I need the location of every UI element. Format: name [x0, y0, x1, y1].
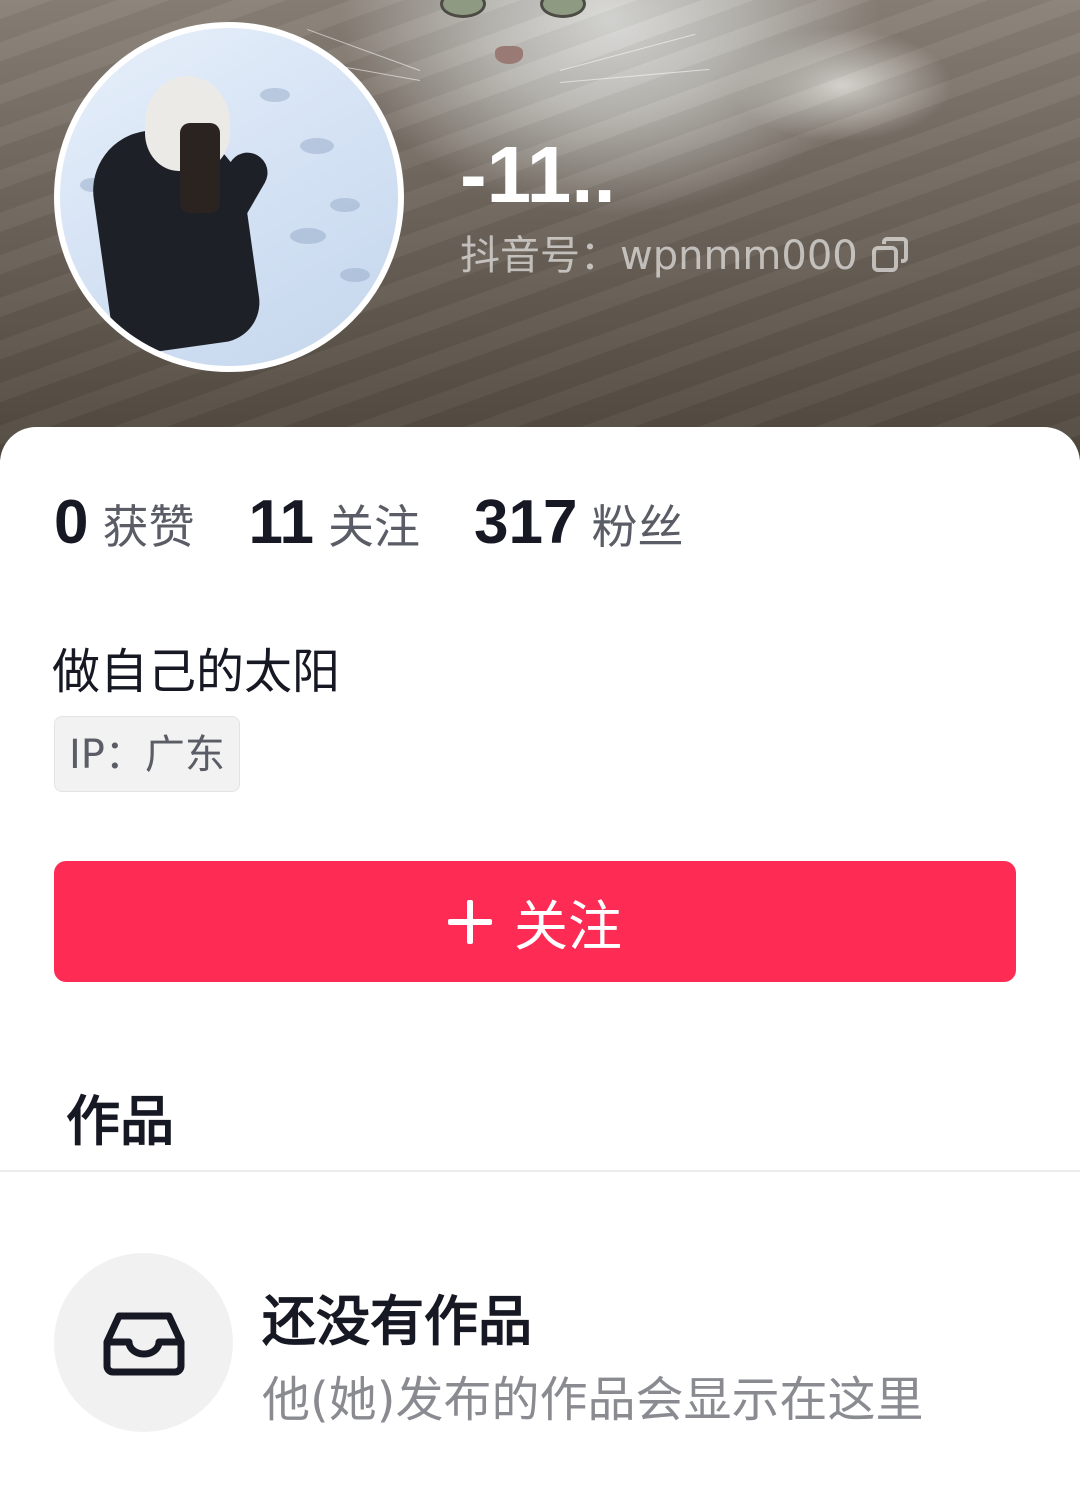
stat-likes-label: 获赞	[102, 500, 195, 554]
stat-following-value: 11	[248, 488, 315, 557]
cat-nose	[495, 46, 523, 64]
person-hair	[180, 123, 220, 213]
douyin-id[interactable]: 抖音号：wpnmm000	[460, 230, 910, 282]
stat-followers-value: 317	[474, 488, 578, 557]
snow-footprint	[330, 198, 360, 212]
stat-followers[interactable]: 317 粉丝	[474, 487, 683, 558]
snow-footprint	[260, 88, 290, 102]
empty-state-icon-wrapper	[54, 1253, 233, 1432]
empty-state-subtitle: 他(她)发布的作品会显示在这里	[262, 1372, 924, 1428]
stats-row: 0 获赞 11 关注 317 粉丝	[54, 487, 737, 558]
ip-location-tag: IP：广东	[54, 716, 240, 792]
tab-works[interactable]: 作品	[66, 1077, 174, 1156]
plus-icon	[448, 899, 492, 944]
inbox-icon	[103, 1312, 184, 1375]
copy-icon[interactable]	[870, 236, 910, 276]
snow-footprint	[340, 268, 370, 282]
stat-likes[interactable]: 0 获赞	[54, 487, 194, 558]
profile-name: -11..	[460, 130, 616, 219]
follow-button[interactable]: 关注	[54, 861, 1016, 982]
stat-following[interactable]: 11 关注	[248, 487, 420, 558]
empty-state-title: 还没有作品	[262, 1290, 532, 1353]
stat-likes-value: 0	[54, 488, 89, 557]
profile-card: 0 获赞 11 关注 317 粉丝 做自己的太阳 IP：广东 关注 作品 还没有…	[0, 427, 1080, 1505]
stat-following-label: 关注	[328, 500, 421, 554]
snow-footprint	[290, 228, 326, 244]
follow-button-label: 关注	[514, 895, 622, 958]
douyin-id-text: 抖音号：wpnmm000	[460, 233, 858, 279]
avatar[interactable]	[54, 22, 404, 372]
snow-footprint	[300, 138, 334, 154]
stat-followers-label: 粉丝	[591, 500, 684, 554]
profile-bio: 做自己的太阳	[52, 644, 341, 700]
tab-divider	[0, 1170, 1080, 1172]
